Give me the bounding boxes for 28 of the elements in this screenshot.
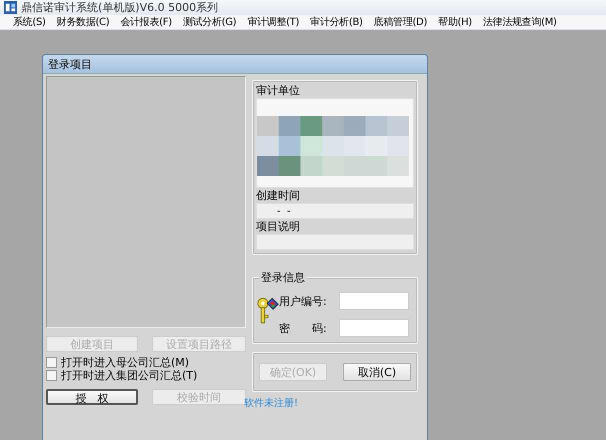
- field-label: 用户编号:: [279, 294, 328, 308]
- checkbox-label: 打开时进入集团公司汇总(T): [61, 368, 198, 382]
- window-title: 鼎信诺审计系统(单机版)V6.0 5000系列: [21, 0, 218, 15]
- dialog-button[interactable]: 授 权: [46, 389, 138, 405]
- input-field[interactable]: [339, 319, 409, 337]
- menu-item[interactable]: 财务数据(C): [52, 15, 116, 29]
- group-title: 登录信息: [259, 270, 307, 285]
- checkbox-label: 打开时进入母公司汇总(M): [61, 354, 190, 370]
- menu-item[interactable]: 法律法规查询(M): [478, 15, 563, 29]
- field-label: 密 码:: [279, 320, 328, 336]
- menu-item[interactable]: 帮助(H): [433, 15, 478, 29]
- input-field[interactable]: [339, 292, 409, 310]
- project-list[interactable]: [46, 76, 246, 328]
- menu-item[interactable]: 审计分析(B): [305, 15, 369, 29]
- field-label: 创建时间: [256, 188, 301, 203]
- dialog-title: 登录项目: [48, 56, 92, 72]
- menu-item[interactable]: 系统(S): [8, 15, 52, 29]
- menu-item[interactable]: 审计调整(T): [242, 15, 306, 29]
- checkbox[interactable]: [46, 356, 57, 368]
- created-time-field: - -: [256, 203, 414, 219]
- menu-item[interactable]: 测试分析(G): [178, 15, 242, 29]
- field-label: 项目说明: [256, 219, 301, 234]
- field-label: 审计单位: [256, 83, 301, 98]
- menu-item[interactable]: 底稿管理(D): [368, 15, 434, 29]
- dialog-button[interactable]: 取消(C): [343, 363, 411, 381]
- menu-item[interactable]: 会计报表(F): [115, 15, 178, 29]
- key-icon: [257, 296, 279, 326]
- checkbox[interactable]: [46, 370, 57, 380]
